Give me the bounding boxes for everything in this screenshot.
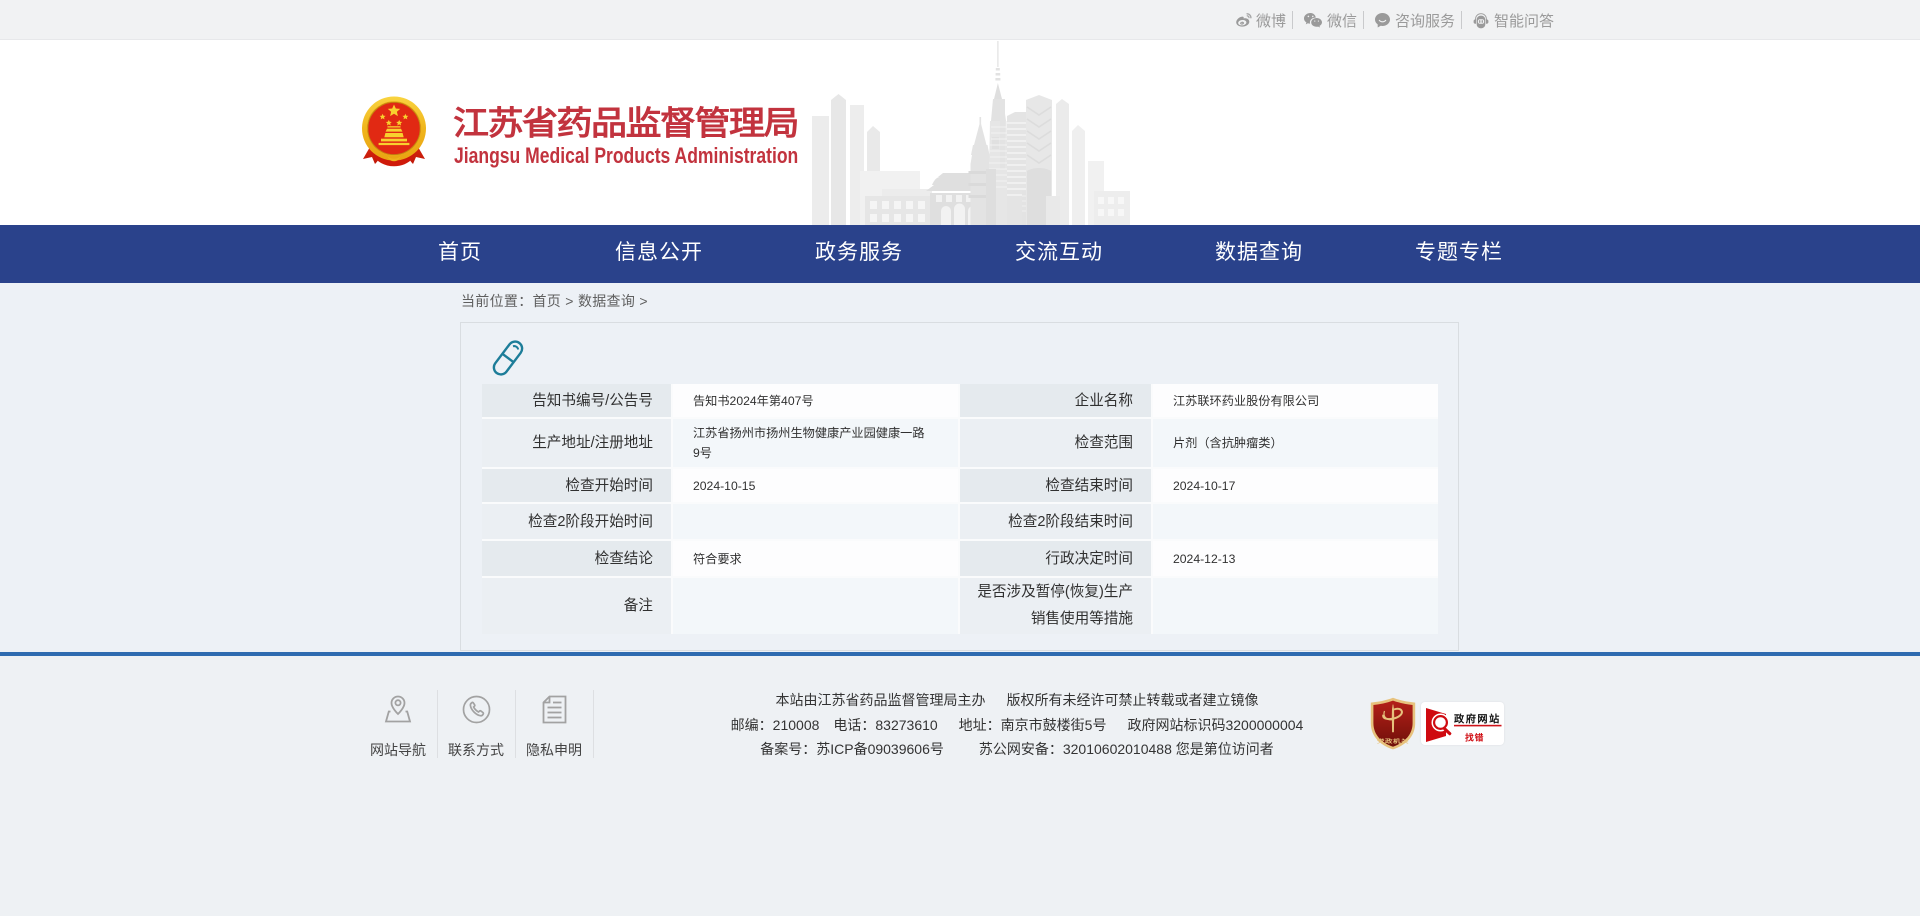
- svg-text:找错: 找错: [1465, 732, 1484, 743]
- svg-text:政府网站: 政府网站: [1454, 713, 1501, 726]
